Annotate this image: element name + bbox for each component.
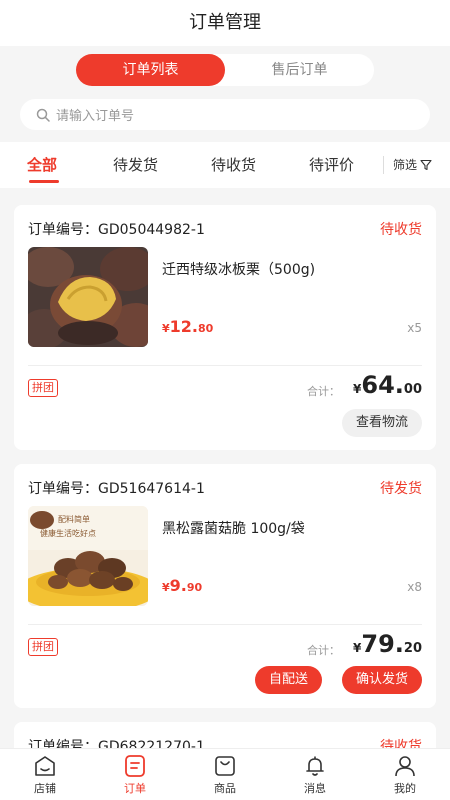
product-quantity: x8 [407,580,422,594]
price-decimal: 80 [198,322,214,335]
tabbar-label: 订单 [124,782,146,795]
order-total: ¥64.00 [353,371,422,399]
price-integer: 9. [169,576,187,595]
group-buy-tag: 拼团 [28,638,58,656]
tabbar-item-messages[interactable]: 消息 [270,749,360,800]
filter-button[interactable]: 筛选 [393,156,432,173]
order-number: 订单编号：GD51647614-1 [28,481,205,497]
order-card[interactable]: 订单编号：GD05044982-1 待收货 迁西特级冰板栗（500g) ¥12.… [14,205,436,450]
product-price: ¥9.90 [162,576,202,595]
price-integer: 12. [169,317,198,336]
order-total: ¥79.20 [353,630,422,658]
tab-after-sale-orders[interactable]: 售后订单 [225,54,374,86]
filter-tab-to-receive[interactable]: 待收货 [211,154,256,175]
self-delivery-button[interactable]: 自配送 [254,666,322,694]
tabbar-item-shop[interactable]: 店铺 [0,749,90,800]
page-title: 订单管理 [0,0,450,46]
filter-label: 筛选 [393,158,418,172]
product-image-mushroom-chips: 配料简单 健康生活吃好点 [28,506,148,606]
bell-icon [306,756,324,776]
total-decimal: 00 [403,382,422,397]
funnel-icon [420,159,432,170]
filter-tab-all[interactable]: 全部 [27,154,57,175]
order-number: 订单编号：GD05044982-1 [28,222,205,238]
card-divider [28,365,422,366]
status-filter-bar: 全部 待发货 待收货 待评价 筛选 [0,142,450,188]
product-name: 黑松露菌菇脆 100g/袋 [162,521,305,537]
product-price: ¥12.80 [162,317,213,336]
tabbar-item-orders[interactable]: 订单 [90,749,180,800]
product-name: 迁西特级冰板栗（500g) [162,262,316,278]
total-label: 合计： [307,385,340,398]
confirm-shipment-button[interactable]: 确认发货 [341,666,422,694]
order-status: 待发货 [380,481,422,497]
order-card[interactable]: 订单编号：GD51647614-1 待发货 配料简单 健康生活吃好点 黑松露菌菇… [14,464,436,708]
user-icon [395,756,415,777]
tab-order-list[interactable]: 订单列表 [76,54,225,86]
order-icon [125,755,145,777]
tabbar-item-goods[interactable]: 商品 [180,749,270,800]
shop-icon [35,756,55,776]
currency-symbol: ¥ [162,322,170,335]
filter-divider [383,156,384,174]
search-placeholder: 请输入订单号 [56,109,135,124]
total-integer: 64. [361,371,404,399]
tabbar-item-profile[interactable]: 我的 [360,749,450,800]
filter-tab-to-review[interactable]: 待评价 [309,154,354,175]
order-status: 待收货 [380,222,422,238]
tabbar-label: 消息 [304,782,326,795]
active-tab-indicator [29,180,59,183]
tabbar-label: 我的 [394,782,416,795]
order-type-segment: 订单列表 售后订单 [76,54,374,86]
total-integer: 79. [361,630,404,658]
bottom-tab-bar: 店铺 订单 商品 消息 我的 [0,748,450,800]
total-decimal: 20 [403,641,422,656]
image-caption-1: 配料简单 [58,514,90,524]
search-icon [36,108,50,122]
search-input[interactable]: 请输入订单号 [20,99,430,130]
goods-icon [215,756,235,776]
card-divider [28,624,422,625]
tabbar-label: 商品 [214,782,236,795]
top-controls: 订单列表 售后订单 请输入订单号 [0,46,450,142]
currency-symbol: ¥ [162,581,170,594]
tabbar-label: 店铺 [34,782,56,795]
view-logistics-button[interactable]: 查看物流 [341,409,422,437]
image-caption-2: 健康生活吃好点 [40,528,96,538]
filter-tab-to-ship[interactable]: 待发货 [113,154,158,175]
price-decimal: 90 [186,581,203,594]
product-image-chestnut [28,247,148,347]
total-label: 合计： [307,644,340,657]
product-quantity: x5 [407,321,422,335]
group-buy-tag: 拼团 [28,379,58,397]
